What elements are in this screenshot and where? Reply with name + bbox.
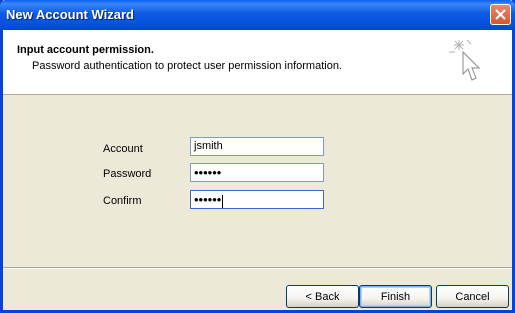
password-label: Password <box>103 168 152 180</box>
confirm-label: Confirm <box>103 195 142 207</box>
page-title: Input account permission. <box>17 44 154 56</box>
text-caret <box>222 194 224 208</box>
window-title: New Account Wizard <box>6 7 134 22</box>
finish-button[interactable]: Finish <box>359 285 432 308</box>
account-label: Account <box>103 143 143 155</box>
back-button[interactable]: < Back <box>286 285 359 308</box>
password-value: •••••• <box>194 165 222 180</box>
close-icon <box>495 9 506 20</box>
title-bar[interactable]: New Account Wizard <box>0 0 515 30</box>
account-value: jsmith <box>194 140 223 152</box>
footer-separator <box>3 267 512 269</box>
close-button[interactable] <box>490 4 511 25</box>
cursor-sparkle-icon <box>449 39 481 81</box>
wizard-header: Input account permission. Password authe… <box>3 30 512 95</box>
cancel-button[interactable]: Cancel <box>436 285 509 308</box>
account-input[interactable]: jsmith <box>190 137 324 156</box>
wizard-window: New Account Wizard Input account permiss… <box>0 0 515 313</box>
password-input[interactable]: •••••• <box>190 163 324 182</box>
confirm-value: •••••• <box>194 192 222 207</box>
page-subtitle: Password authentication to protect user … <box>32 60 342 72</box>
confirm-input[interactable]: •••••• <box>190 190 324 209</box>
